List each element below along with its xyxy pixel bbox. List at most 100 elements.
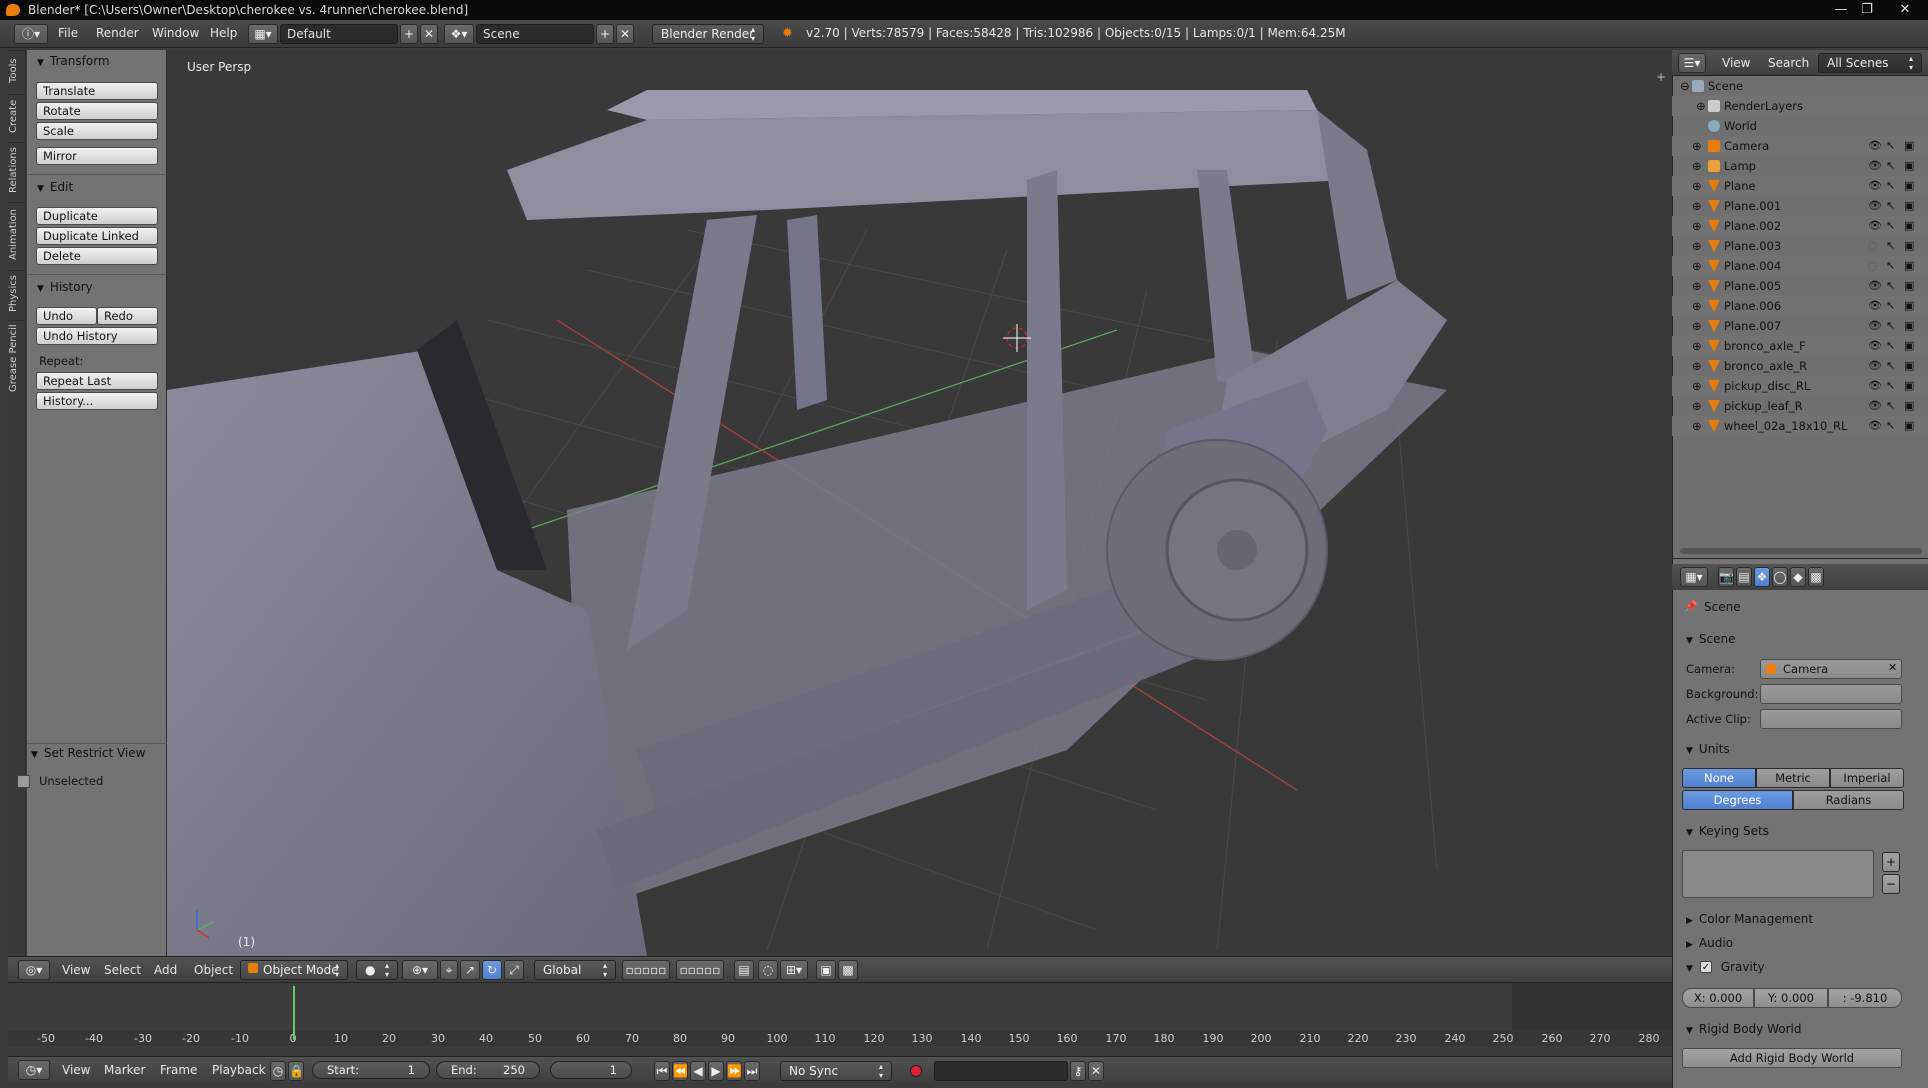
eye-icon[interactable]: 👁 xyxy=(1868,316,1882,336)
panel-color-management-header[interactable]: Color Management xyxy=(1686,912,1813,926)
select-arrow-icon[interactable]: ↖ xyxy=(1886,216,1895,236)
render-animation-icon[interactable]: ▩ xyxy=(838,960,858,980)
select-arrow-icon[interactable]: ↖ xyxy=(1886,236,1895,256)
render-icon[interactable]: ▣ xyxy=(1904,276,1914,296)
collapse-icon[interactable]: ⊖ xyxy=(1680,76,1690,96)
panel-transform-header[interactable]: Transform xyxy=(37,54,110,68)
menu-select[interactable]: Select xyxy=(104,963,141,977)
select-arrow-icon[interactable]: ↖ xyxy=(1886,176,1895,196)
scene-field[interactable]: Scene xyxy=(476,24,594,44)
render-layers-tab-icon[interactable]: ▤ xyxy=(1736,567,1752,587)
select-arrow-icon[interactable]: ↖ xyxy=(1886,376,1895,396)
tab-physics[interactable]: Physics xyxy=(8,270,26,316)
repeat-last-button[interactable]: Repeat Last xyxy=(36,372,158,390)
add-rigid-body-world-button[interactable]: Add Rigid Body World xyxy=(1682,1048,1902,1068)
select-arrow-icon[interactable]: ↖ xyxy=(1886,136,1895,156)
tab-tools[interactable]: Tools xyxy=(8,50,26,90)
pivot-point-icon[interactable]: ⊕▾ xyxy=(402,960,438,980)
eye-hidden-icon[interactable]: ◌ xyxy=(1868,236,1878,256)
add-scene-button[interactable]: + xyxy=(596,24,614,44)
render-icon[interactable]: ▣ xyxy=(1904,236,1914,256)
jump-start-icon[interactable]: ⏮ xyxy=(654,1061,670,1081)
panel-units-header[interactable]: Units xyxy=(1686,742,1730,756)
render-engine-dropdown[interactable]: Blender Render xyxy=(652,24,764,44)
menu-window[interactable]: Window xyxy=(152,26,199,40)
keying-sets-list[interactable] xyxy=(1682,850,1874,898)
render-icon[interactable]: ▣ xyxy=(1904,316,1914,336)
undo-history-button[interactable]: Undo History xyxy=(36,327,158,345)
render-icon[interactable]: ▣ xyxy=(1904,156,1914,176)
play-icon[interactable]: ▶ xyxy=(708,1061,724,1081)
scene-selector-icon[interactable]: ❖▾ xyxy=(444,24,474,44)
delete-button[interactable]: Delete xyxy=(36,247,158,265)
render-icon[interactable]: ▣ xyxy=(1904,256,1914,276)
tab-create[interactable]: Create xyxy=(8,94,26,138)
play-reverse-icon[interactable]: ◀ xyxy=(690,1061,706,1081)
eye-icon[interactable]: 👁 xyxy=(1868,356,1882,376)
eye-icon[interactable]: 👁 xyxy=(1868,176,1882,196)
world-tab-icon[interactable]: ◯ xyxy=(1772,567,1788,587)
redo-button[interactable]: Redo xyxy=(97,307,158,325)
current-frame-field[interactable]: 1 xyxy=(550,1061,632,1079)
maximize-button[interactable]: ❐ xyxy=(1854,0,1880,20)
outliner-row-world[interactable]: World xyxy=(1672,116,1928,136)
delete-keyframe-icon[interactable]: ✕ xyxy=(1088,1061,1104,1081)
viewport-shading-dropdown[interactable]: ● xyxy=(356,960,398,980)
render-icon[interactable]: ▣ xyxy=(1904,196,1914,216)
outliner-menu-search[interactable]: Search xyxy=(1768,56,1809,70)
menu-add[interactable]: Add xyxy=(154,963,177,977)
eye-icon[interactable]: 👁 xyxy=(1868,296,1882,316)
snap-icon[interactable]: ⊞▾ xyxy=(780,960,808,980)
rotate-manipulator-icon[interactable]: ↻ xyxy=(482,960,502,980)
render-opengl-icon[interactable]: ▣ xyxy=(816,960,836,980)
panel-edit-header[interactable]: Edit xyxy=(37,180,73,194)
select-arrow-icon[interactable]: ↖ xyxy=(1886,396,1895,416)
outliner-scrollbar[interactable] xyxy=(1680,548,1922,554)
panel-gravity-header[interactable]: ✓ Gravity xyxy=(1686,960,1765,974)
panel-history-header[interactable]: History xyxy=(37,280,93,294)
outliner-row-pickup-leaf-r[interactable]: ⊕ pickup_leaf_R 👁 ↖ ▣ xyxy=(1672,396,1928,416)
panel-rigid-body-world-header[interactable]: Rigid Body World xyxy=(1686,1022,1802,1036)
lock-range-icon[interactable]: 🔒 xyxy=(288,1061,304,1081)
jump-keyframe-forward-icon[interactable]: ⏩ xyxy=(726,1061,742,1081)
add-layout-button[interactable]: + xyxy=(400,24,418,44)
select-arrow-icon[interactable]: ↖ xyxy=(1886,316,1895,336)
editor-type-outliner-icon[interactable]: ☰▾ xyxy=(1678,53,1706,73)
editor-type-properties-icon[interactable]: ▦▾ xyxy=(1680,567,1708,587)
render-icon[interactable]: ▣ xyxy=(1904,356,1914,376)
outliner-row-lamp[interactable]: ⊕ Lamp 👁 ↖ ▣ xyxy=(1672,156,1928,176)
add-keying-set-button[interactable]: + xyxy=(1882,852,1900,872)
transform-orientation-dropdown[interactable]: Global xyxy=(534,960,616,980)
viewport-plus-icon[interactable]: + xyxy=(1656,70,1666,84)
history-button[interactable]: History... xyxy=(36,392,158,410)
rotation-radians-button[interactable]: Radians xyxy=(1793,790,1904,810)
duplicate-linked-button[interactable]: Duplicate Linked xyxy=(36,227,158,245)
eye-icon[interactable]: 👁 xyxy=(1868,376,1882,396)
render-icon[interactable]: ▣ xyxy=(1904,396,1914,416)
tab-grease-pencil[interactable]: Grease Pencil xyxy=(8,320,26,396)
remove-keying-set-button[interactable]: − xyxy=(1882,874,1900,894)
render-tab-icon[interactable]: 📷 xyxy=(1718,567,1734,587)
close-button[interactable]: ✕ xyxy=(1892,0,1918,20)
outliner-row-bronco-axle-r[interactable]: ⊕ bronco_axle_R 👁 ↖ ▣ xyxy=(1672,356,1928,376)
render-icon[interactable]: ▣ xyxy=(1904,336,1914,356)
remove-scene-button[interactable]: ✕ xyxy=(616,24,634,44)
outliner-row-plane-006[interactable]: ⊕ Plane.006 👁 ↖ ▣ xyxy=(1672,296,1928,316)
render-icon[interactable]: ▣ xyxy=(1904,216,1914,236)
menu-frame[interactable]: Frame xyxy=(160,1063,197,1077)
tab-animation[interactable]: Animation xyxy=(8,202,26,266)
menu-view[interactable]: View xyxy=(62,1063,90,1077)
minimize-button[interactable]: — xyxy=(1828,0,1854,20)
gravity-z-field[interactable]: : -9.810 xyxy=(1828,988,1902,1008)
eye-icon[interactable]: 👁 xyxy=(1868,416,1882,436)
select-arrow-icon[interactable]: ↖ xyxy=(1886,276,1895,296)
units-imperial-button[interactable]: Imperial xyxy=(1830,768,1904,788)
outliner-row-plane[interactable]: ⊕ Plane 👁 ↖ ▣ xyxy=(1672,176,1928,196)
layers-group-1[interactable]: ▫▫▫▫▫ xyxy=(622,960,670,980)
object-tab-icon[interactable]: ◆ xyxy=(1790,567,1806,587)
eye-hidden-icon[interactable]: ◌ xyxy=(1868,256,1878,276)
editor-type-3dview-icon[interactable]: ◎▾ xyxy=(18,960,50,980)
scene-tab-icon[interactable]: ❖ xyxy=(1754,567,1770,587)
render-icon[interactable]: ▣ xyxy=(1904,296,1914,316)
select-arrow-icon[interactable]: ↖ xyxy=(1886,336,1895,356)
